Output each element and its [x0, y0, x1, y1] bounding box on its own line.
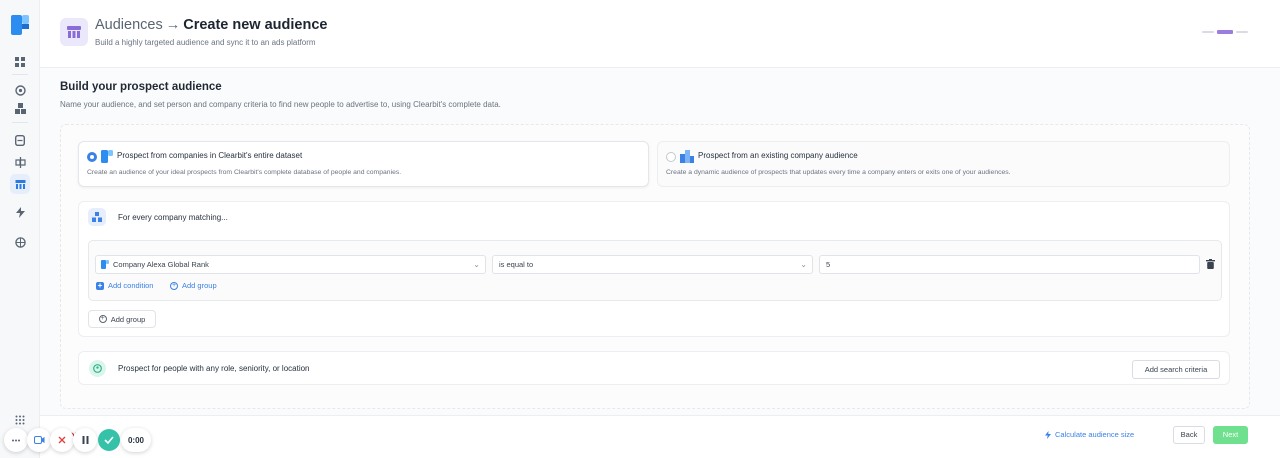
breadcrumb-parent[interactable]: Audiences — [95, 17, 163, 33]
left-nav-rail — [0, 0, 40, 458]
company-criteria-block: For every company matching... Company Al… — [78, 201, 1230, 337]
companies-icon — [88, 208, 106, 226]
mode-option-entire-dataset[interactable]: Prospect from companies in Clearbit's en… — [78, 141, 649, 187]
database-icon[interactable] — [13, 133, 27, 147]
recorder-timer: 0:00 — [121, 428, 151, 452]
condition-value: 5 — [826, 260, 831, 269]
condition-field-value: Company Alexa Global Rank — [113, 260, 209, 269]
rail-divider — [12, 74, 28, 75]
people-block-title: Prospect for people with any role, senio… — [118, 364, 310, 373]
page-subtitle: Build a highly targeted audience and syn… — [95, 38, 316, 47]
recorder-more-button[interactable] — [4, 428, 28, 452]
add-group-inner-button[interactable]: + Add group — [170, 281, 217, 290]
add-search-criteria-button[interactable]: Add search criteria — [1132, 360, 1220, 379]
add-group-inner-label: Add group — [182, 281, 217, 290]
close-icon — [58, 436, 66, 444]
condition-value-input[interactable]: 5 — [819, 255, 1200, 274]
progress-step — [1202, 31, 1214, 33]
company-block-title: For every company matching... — [118, 213, 228, 222]
recorder-camera-button[interactable] — [27, 428, 51, 452]
add-condition-label: Add condition — [108, 281, 154, 290]
condition-group: Company Alexa Global Rank ⌄ is equal to … — [88, 240, 1222, 301]
mode-title: Prospect from an existing company audien… — [698, 151, 858, 160]
next-button[interactable]: Next — [1213, 426, 1248, 444]
mode-option-existing-audience[interactable]: Prospect from an existing company audien… — [657, 141, 1230, 187]
trash-icon[interactable] — [1206, 259, 1215, 269]
step-progress — [1202, 30, 1248, 34]
plus-circle-icon: + — [98, 315, 107, 323]
radio-selected[interactable] — [87, 152, 97, 162]
recorder-pause-button[interactable] — [73, 428, 97, 452]
rail-divider — [12, 122, 28, 123]
people-criteria-block: Prospect for people with any role, senio… — [78, 351, 1230, 385]
clearbit-logo[interactable] — [11, 15, 29, 35]
mode-description: Create an audience of your ideal prospec… — [87, 169, 402, 176]
ellipsis-icon — [12, 439, 20, 441]
dashboard-icon[interactable] — [13, 55, 27, 69]
mode-title: Prospect from companies in Clearbit's en… — [117, 151, 303, 160]
recorder-finish-button[interactable] — [98, 429, 120, 451]
pause-icon — [82, 436, 88, 444]
add-condition-button[interactable]: + Add condition — [96, 281, 153, 290]
progress-step — [1236, 31, 1248, 33]
arrow-right-icon: → — [165, 17, 181, 33]
section-description: Name your audience, and set person and c… — [60, 100, 501, 109]
apps-grid-icon[interactable] — [13, 413, 27, 427]
enrichment-icon[interactable] — [13, 155, 27, 169]
condition-operator-value: is equal to — [499, 260, 534, 269]
camera-icon — [33, 436, 44, 444]
page-header: Audiences → Create new audience Build a hi… — [40, 0, 1280, 68]
mode-description: Create a dynamic audience of prospects t… — [666, 169, 1011, 176]
globe-icon[interactable] — [13, 235, 27, 249]
company-audience-icon — [680, 150, 694, 163]
radio-unselected[interactable] — [666, 152, 676, 162]
condition-operator-select[interactable]: is equal to ⌄ — [492, 255, 813, 274]
calculate-label: Calculate audience size — [1055, 430, 1135, 439]
chevron-down-icon: ⌄ — [473, 260, 480, 269]
progress-step-active — [1216, 30, 1234, 34]
lightning-icon[interactable] — [13, 205, 27, 219]
companies-icon[interactable] — [13, 101, 27, 115]
recorder-delete-button[interactable] — [50, 428, 74, 452]
checkmark-icon — [104, 436, 114, 444]
plus-circle-icon: + — [170, 281, 178, 290]
breadcrumb: Audiences → Create new audience — [95, 17, 327, 33]
audiences-icon[interactable] — [13, 177, 27, 191]
add-group-button[interactable]: + Add group — [88, 310, 156, 328]
chevron-down-icon: ⌄ — [800, 260, 807, 269]
clearbit-logo-icon — [101, 260, 109, 269]
plus-square-icon: + — [96, 280, 104, 290]
lightning-icon — [1045, 430, 1051, 439]
section-title: Build your prospect audience — [60, 81, 222, 93]
visitors-icon[interactable] — [13, 83, 27, 97]
person-icon — [89, 360, 106, 377]
audience-icon — [60, 18, 88, 46]
add-group-label: Add group — [110, 314, 146, 324]
condition-field-select[interactable]: Company Alexa Global Rank ⌄ — [95, 255, 486, 274]
clearbit-logo-icon — [101, 150, 113, 163]
calculate-audience-size-button[interactable]: Calculate audience size — [1045, 430, 1134, 439]
page-title: Create new audience — [183, 17, 328, 33]
back-button[interactable]: Back — [1173, 426, 1205, 444]
